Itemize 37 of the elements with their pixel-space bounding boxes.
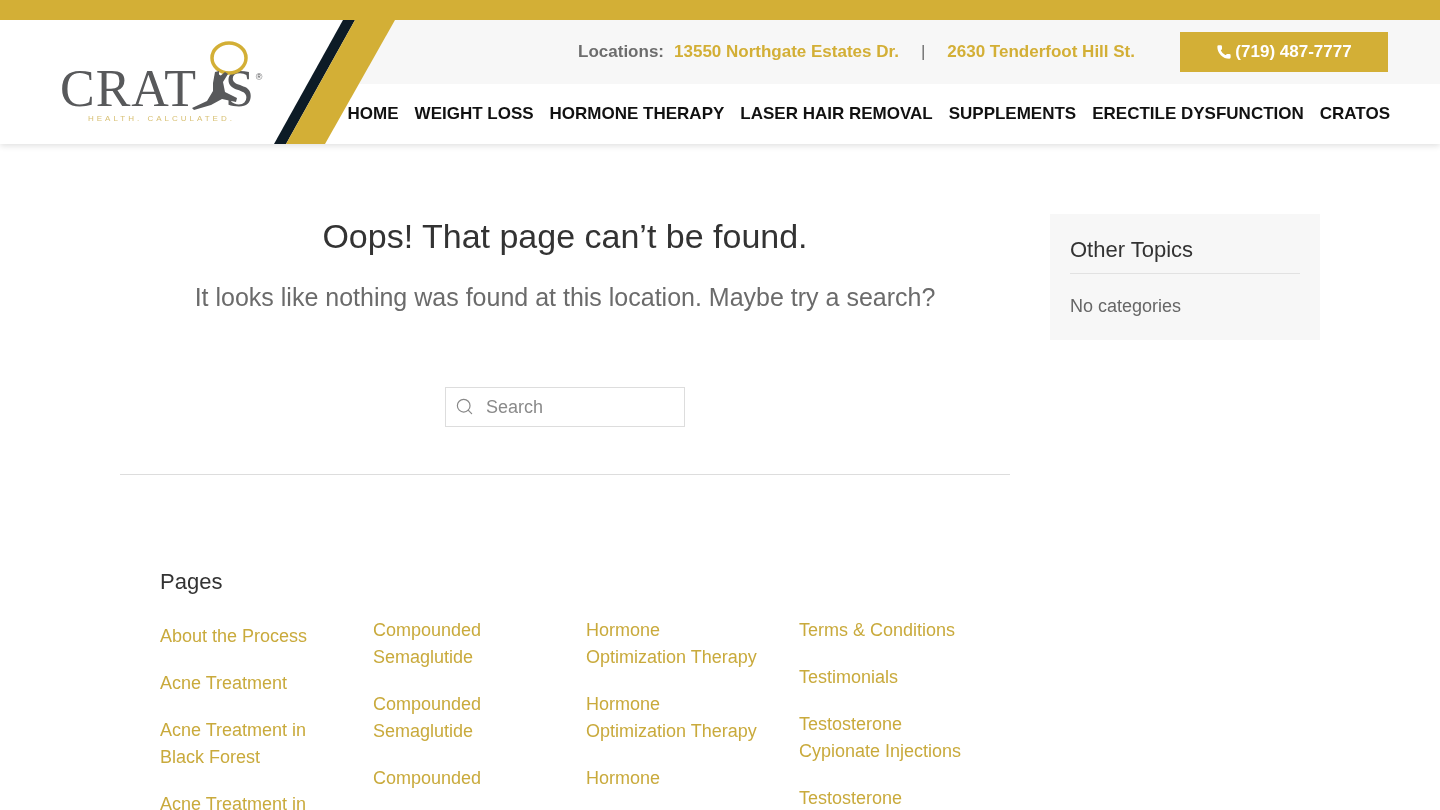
phone-button[interactable]: (719) 487-7777 <box>1180 32 1388 72</box>
page-link[interactable]: Compounded Semaglutide <box>373 691 548 745</box>
logo-tagline: HEALTH. CALCULATED. <box>88 115 235 123</box>
address-link[interactable]: 13550 Northgate Estates Dr. <box>674 39 899 65</box>
registered-mark: ® <box>255 73 263 82</box>
nav-link[interactable]: ERECTILE DYSFUNCTION <box>1092 101 1304 127</box>
sidebar-text: No categories <box>1070 295 1183 318</box>
page-link[interactable]: Testosterone <box>799 785 903 810</box>
separator-text: | <box>920 41 926 64</box>
logo-text: CRAT <box>60 63 197 115</box>
page-link[interactable]: Acne Treatment in Black Forest <box>160 717 335 771</box>
page-link[interactable]: About the Process <box>160 623 308 650</box>
phone-icon <box>1216 44 1233 60</box>
search-icon <box>455 397 474 416</box>
page-link[interactable]: Terms & Conditions <box>799 617 956 644</box>
page-title: Oops! That page can’t be found. <box>321 216 809 257</box>
page-link[interactable]: Testimonials <box>799 664 899 691</box>
address-link[interactable]: 2630 Tenderfoot Hill St. <box>947 39 1135 65</box>
page-link[interactable]: Hormone Optimization Therapy <box>586 691 761 745</box>
nav-link[interactable]: WEIGHT LOSS <box>414 101 534 127</box>
nav-link[interactable]: HORMONE THERAPY <box>549 101 725 127</box>
nav-link[interactable]: LASER HAIR REMOVAL <box>740 101 933 127</box>
search-field[interactable]: Search <box>445 387 685 427</box>
nav-link[interactable]: SUPPLEMENTS <box>948 101 1077 127</box>
nav-link[interactable]: CRATOS <box>1319 101 1390 127</box>
page-link[interactable]: Acne Treatment <box>160 670 288 697</box>
page-link[interactable]: Hormone <box>586 765 661 792</box>
page-link[interactable]: Testosterone Cypionate Injections <box>799 711 974 765</box>
pages-heading: Pages <box>160 568 224 596</box>
page-link[interactable]: Acne Treatment in <box>160 791 307 810</box>
page-link[interactable]: Compounded Semaglutide <box>373 617 548 671</box>
page-link[interactable]: Compounded <box>373 765 482 792</box>
locations-label: Locations: <box>578 41 664 64</box>
not-found-message: It looks like nothing was found at this location. Maybe try a search? <box>193 282 937 313</box>
page-link[interactable]: Hormone Optimization Therapy <box>586 617 761 671</box>
sidebar-title: Other Topics <box>1070 236 1195 264</box>
nav-link[interactable]: HOME <box>347 101 399 127</box>
